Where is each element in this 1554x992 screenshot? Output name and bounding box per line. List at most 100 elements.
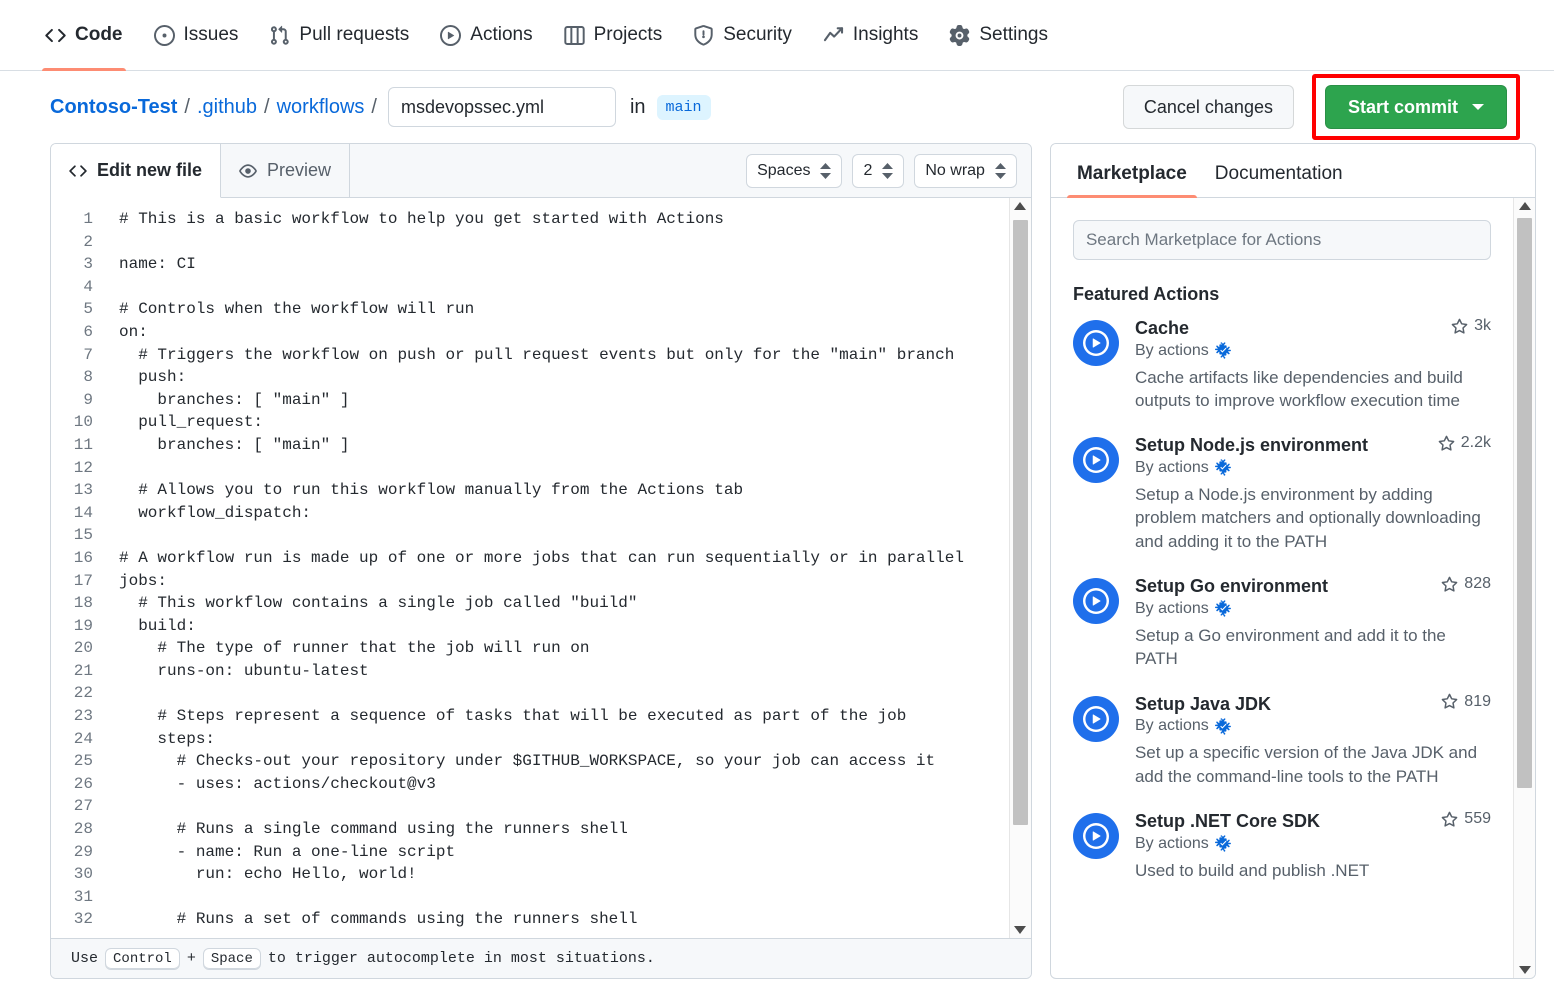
- breadcrumb-sep-2: /: [264, 96, 270, 119]
- line-number: 27: [51, 795, 93, 818]
- tab-edit-new-file[interactable]: Edit new file: [51, 144, 221, 198]
- play-icon: [1083, 588, 1109, 614]
- action-name[interactable]: Setup .NET Core SDK: [1135, 810, 1433, 833]
- marketplace-search-input[interactable]: [1073, 220, 1491, 260]
- action-avatar: [1073, 437, 1119, 483]
- indent-size-select[interactable]: 2: [852, 154, 904, 188]
- pr-icon: [269, 25, 290, 46]
- sidebar-body: Featured Actions Cache3kBy actionsCache …: [1051, 198, 1535, 978]
- play-icon: [440, 25, 461, 46]
- code-content[interactable]: # This is a basic workflow to help you g…: [107, 208, 1009, 938]
- verified-badge-icon: [1215, 600, 1232, 617]
- action-author-name: By actions: [1135, 342, 1209, 360]
- indent-mode-select[interactable]: Spaces: [746, 154, 842, 188]
- action-avatar: [1073, 813, 1119, 859]
- code-line: jobs:: [119, 570, 1009, 593]
- breadcrumb-folder-github[interactable]: .github: [197, 96, 257, 119]
- action-name[interactable]: Cache: [1135, 317, 1443, 340]
- code-line: name: CI: [119, 253, 1009, 276]
- code-line: steps:: [119, 728, 1009, 751]
- marketplace-vertical-scrollbar[interactable]: [1513, 198, 1535, 978]
- verified-badge-icon: [1215, 342, 1232, 359]
- featured-action-card[interactable]: Cache3kBy actionsCache artifacts like de…: [1073, 317, 1491, 412]
- marketplace-panel: Marketplace Documentation Featured Actio…: [1050, 143, 1536, 979]
- tab-marketplace[interactable]: Marketplace: [1067, 163, 1197, 197]
- action-description: Set up a specific version of the Java JD…: [1135, 741, 1491, 788]
- code-scroll-region: 1234567891011121314151617181920212223242…: [51, 198, 1009, 938]
- action-star-count: 828: [1433, 575, 1491, 593]
- line-number: 28: [51, 818, 93, 841]
- start-commit-button[interactable]: Start commit: [1325, 85, 1507, 129]
- tab-documentation[interactable]: Documentation: [1205, 163, 1353, 197]
- editor-status-bar: Use Control + Space to trigger autocompl…: [51, 938, 1031, 978]
- nav-item-security[interactable]: Security: [682, 0, 803, 71]
- editor-vertical-scrollbar[interactable]: [1009, 198, 1031, 938]
- breadcrumb-folder-workflows[interactable]: workflows: [277, 96, 365, 119]
- breadcrumb: Contoso-Test / .github / workflows / in …: [50, 87, 711, 127]
- nav-item-issues[interactable]: Issues: [143, 0, 250, 71]
- breadcrumb-sep-3: /: [371, 96, 377, 119]
- line-number: 15: [51, 524, 93, 547]
- indent-mode-value: Spaces: [757, 162, 810, 180]
- line-number: 25: [51, 750, 93, 773]
- star-count-value: 559: [1464, 810, 1491, 828]
- tab-preview[interactable]: Preview: [221, 144, 350, 197]
- featured-action-card[interactable]: Setup .NET Core SDK559By actionsUsed to …: [1073, 810, 1491, 882]
- editor-settings: Spaces 2 No wrap: [746, 144, 1031, 197]
- nav-item-projects[interactable]: Projects: [553, 0, 674, 71]
- chevron-updown-icon: [820, 163, 831, 179]
- code-icon: [69, 162, 87, 180]
- line-wrap-select[interactable]: No wrap: [914, 154, 1017, 188]
- main-content: Edit new file Preview Spaces 2: [0, 143, 1554, 979]
- nav-label-security: Security: [723, 24, 792, 46]
- chevron-updown-icon: [882, 163, 893, 179]
- line-number: 14: [51, 502, 93, 525]
- scroll-up-arrow-icon[interactable]: [1010, 202, 1031, 210]
- status-suffix: to trigger autocomplete in most situatio…: [268, 950, 655, 967]
- featured-action-card[interactable]: Setup Java JDK819By actionsSet up a spec…: [1073, 693, 1491, 788]
- marketplace-scrollbar-thumb[interactable]: [1517, 218, 1532, 788]
- featured-action-card[interactable]: Setup Go environment828By actionsSetup a…: [1073, 575, 1491, 670]
- nav-item-code[interactable]: Code: [34, 0, 134, 71]
- star-icon: [1438, 435, 1455, 452]
- code-line: branches: [ "main" ]: [119, 434, 1009, 457]
- scroll-down-arrow-icon[interactable]: [1514, 966, 1535, 974]
- action-author: By actions: [1135, 600, 1491, 618]
- kbd-space: Space: [203, 948, 261, 970]
- breadcrumb-repo[interactable]: Contoso-Test: [50, 96, 177, 119]
- action-star-count: 559: [1433, 810, 1491, 828]
- action-author: By actions: [1135, 835, 1491, 853]
- editor-scrollbar-thumb[interactable]: [1013, 220, 1028, 825]
- nav-item-pull-requests[interactable]: Pull requests: [258, 0, 420, 71]
- line-number: 9: [51, 389, 93, 412]
- action-details: Setup Node.js environment2.2kBy actionsS…: [1135, 434, 1491, 553]
- nav-item-settings[interactable]: Settings: [938, 0, 1059, 71]
- star-icon: [1441, 693, 1458, 710]
- code-editor-area[interactable]: 1234567891011121314151617181920212223242…: [51, 198, 1031, 938]
- action-name[interactable]: Setup Go environment: [1135, 575, 1433, 598]
- code-line: # This workflow contains a single job ca…: [119, 592, 1009, 615]
- action-name[interactable]: Setup Java JDK: [1135, 693, 1433, 716]
- line-number: 13: [51, 479, 93, 502]
- code-line: # The type of runner that the job will r…: [119, 637, 1009, 660]
- line-number: 24: [51, 728, 93, 751]
- verified-badge-icon: [1215, 718, 1232, 735]
- line-number: 8: [51, 366, 93, 389]
- nav-item-insights[interactable]: Insights: [812, 0, 929, 71]
- cancel-changes-button[interactable]: Cancel changes: [1123, 85, 1294, 129]
- action-header: Setup Node.js environment2.2k: [1135, 434, 1491, 457]
- in-label: in: [630, 96, 646, 119]
- scroll-up-arrow-icon[interactable]: [1514, 202, 1535, 210]
- code-line: - name: Run a one-line script: [119, 841, 1009, 864]
- sidebar-tab-bar: Marketplace Documentation: [1051, 144, 1535, 198]
- filename-input[interactable]: [388, 87, 616, 127]
- scroll-down-arrow-icon[interactable]: [1010, 926, 1031, 934]
- line-number: 6: [51, 321, 93, 344]
- nav-item-actions[interactable]: Actions: [429, 0, 543, 71]
- line-number: 16: [51, 547, 93, 570]
- action-star-count: 2.2k: [1430, 434, 1491, 452]
- code-line: pull_request:: [119, 411, 1009, 434]
- featured-action-card[interactable]: Setup Node.js environment2.2kBy actionsS…: [1073, 434, 1491, 553]
- action-name[interactable]: Setup Node.js environment: [1135, 434, 1430, 457]
- line-number: 19: [51, 615, 93, 638]
